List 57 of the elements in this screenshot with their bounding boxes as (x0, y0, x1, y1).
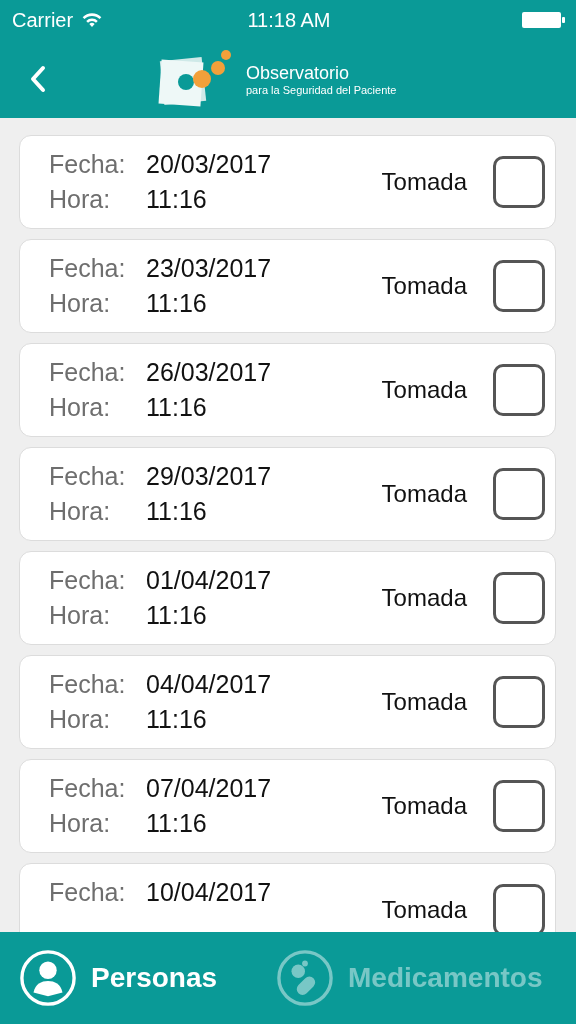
date-value: 04/04/2017 (146, 670, 273, 699)
date-value: 01/04/2017 (146, 566, 273, 595)
logo-icon (156, 49, 232, 109)
time-value: 11:16 (146, 393, 208, 422)
date-value: 07/04/2017 (146, 774, 273, 803)
checkbox[interactable] (493, 780, 545, 832)
date-label: Fecha: (49, 774, 127, 803)
status-time: 11:18 AM (247, 8, 331, 32)
time-label: Hora: (49, 393, 112, 422)
wifi-icon (81, 12, 104, 28)
taken-label: Tomada (381, 480, 467, 508)
time-label: Hora: (49, 809, 112, 838)
date-label: Fecha: (49, 566, 127, 595)
checkbox[interactable] (493, 468, 545, 520)
time-value: 11:16 (146, 289, 208, 318)
checkbox[interactable] (493, 260, 545, 312)
checkbox[interactable] (493, 364, 545, 416)
time-label: Hora: (49, 497, 112, 526)
time-label: Hora: (49, 185, 112, 214)
taken-label: Tomada (381, 584, 467, 612)
taken-label: Tomada (381, 272, 467, 300)
time-value: 11:16 (146, 705, 208, 734)
date-value: 23/03/2017 (146, 254, 273, 283)
time-value: 11:16 (146, 809, 208, 838)
time-label: Hora: (49, 289, 112, 318)
date-label: Fecha: (49, 670, 127, 699)
carrier-name: Carrier (12, 8, 74, 32)
taken-label: Tomada (381, 688, 467, 716)
person-icon (19, 949, 77, 1007)
taken-label: Tomada (381, 896, 467, 924)
tab[interactable]: Personas (19, 949, 259, 1007)
app-subtitle: para la Seguridad del Paciente (246, 83, 397, 96)
date-label: Fecha: (49, 358, 127, 387)
checkbox[interactable] (493, 156, 545, 208)
back-icon[interactable] (30, 65, 46, 93)
time-label: Hora: (49, 705, 112, 734)
date-label: Fecha: (49, 878, 127, 907)
date-label: Fecha: (49, 462, 127, 491)
date-label: Fecha: (49, 254, 127, 283)
pills-icon (276, 949, 334, 1007)
checkbox[interactable] (493, 676, 545, 728)
time-value: 11:16 (146, 497, 208, 526)
checkbox[interactable] (493, 572, 545, 624)
date-value: 26/03/2017 (146, 358, 273, 387)
date-label: Fecha: (49, 150, 127, 179)
time-value: 11:16 (146, 185, 208, 214)
date-value: 29/03/2017 (146, 462, 273, 491)
date-value: 10/04/2017 (146, 878, 273, 907)
time-label: Hora: (49, 601, 112, 630)
taken-label: Tomada (381, 792, 467, 820)
taken-label: Tomada (381, 376, 467, 404)
date-value: 20/03/2017 (146, 150, 273, 179)
time-value: 11:16 (146, 601, 208, 630)
taken-label: Tomada (381, 168, 467, 196)
tab[interactable]: Medicamentos (276, 949, 543, 1007)
app-title: Observatorio (246, 62, 351, 84)
battery-icon (522, 11, 566, 29)
